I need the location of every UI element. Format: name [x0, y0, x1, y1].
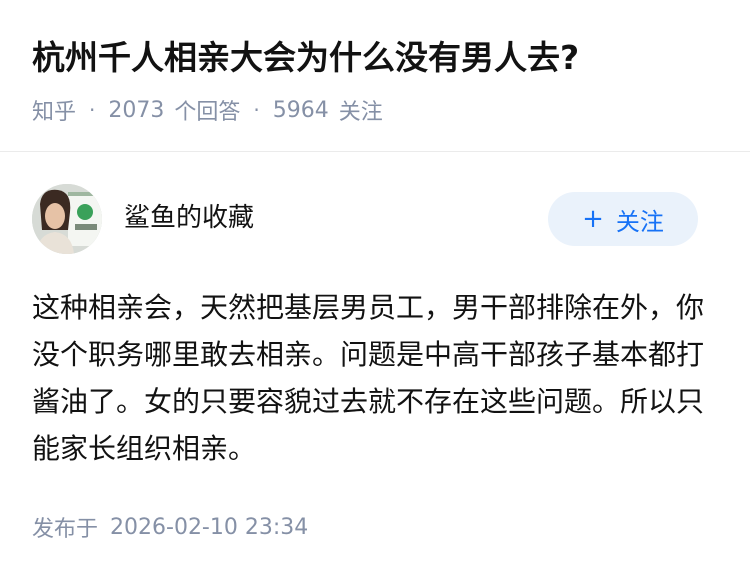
follow-button[interactable]: + 关注 [548, 192, 698, 246]
avatar[interactable] [32, 184, 102, 254]
publish-info: 发布于 2026-02-10 23:34 [32, 509, 308, 545]
meta-separator: · [253, 98, 260, 122]
divider [0, 151, 750, 152]
publish-label: 发布于 [32, 517, 99, 542]
answer-text: 这种相亲会，天然把基层男员工，男干部排除在外，你没个职务哪里敢去相亲。问题是中高… [32, 291, 705, 465]
source-label[interactable]: 知乎 [32, 94, 76, 126]
follower-count: 5964 [272, 97, 329, 123]
user-avatar-photo-icon [32, 184, 102, 254]
follower-count-label: 关注 [338, 100, 383, 125]
question-title[interactable]: 杭州千人相亲大会为什么没有男人去? [32, 34, 722, 82]
question-meta: 知乎 · 2073 个回答 · 5964 关注 [32, 92, 383, 128]
meta-separator: · [89, 98, 96, 122]
follow-button-label: 关注 [615, 207, 664, 236]
plus-icon: + [582, 204, 604, 234]
answer-content: 这种相亲会，天然把基层男员工，男干部排除在外，你没个职务哪里敢去相亲。问题是中高… [32, 284, 722, 472]
answer-count: 2073 [108, 97, 165, 123]
publish-time: 2026-02-10 23:34 [110, 514, 309, 540]
answer-count-label: 个回答 [174, 100, 241, 125]
author-name[interactable]: 鲨鱼的收藏 [124, 198, 254, 238]
